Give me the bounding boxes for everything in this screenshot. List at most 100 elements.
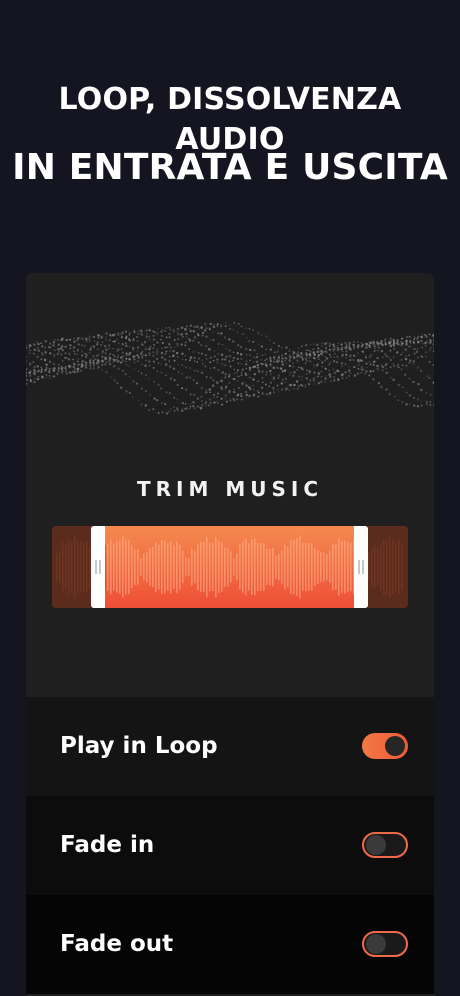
wave-particle — [44, 340, 48, 343]
wave-particle — [164, 352, 167, 355]
wave-particle — [320, 380, 322, 382]
wave-particle — [145, 374, 147, 376]
wave-particle — [252, 361, 255, 363]
wave-particle — [333, 379, 336, 382]
wave-particle — [202, 363, 204, 365]
wave-particle — [415, 350, 419, 353]
wave-particle — [228, 338, 231, 341]
wave-particle — [133, 330, 136, 333]
wave-particle — [321, 361, 324, 364]
wave-particle — [321, 345, 324, 348]
wave-particle — [65, 372, 68, 375]
waveform-bar — [314, 548, 316, 586]
waveform-bar — [371, 547, 373, 587]
waveform-bar — [116, 541, 118, 593]
waveform-bar — [254, 538, 256, 596]
wave-particle — [404, 348, 407, 351]
wave-particle — [348, 344, 351, 346]
wave-particle — [189, 324, 192, 327]
wave-particle — [257, 380, 260, 382]
wave-particle — [96, 348, 99, 351]
wave-particle — [85, 337, 88, 341]
wave-particle — [189, 356, 193, 359]
wave-particle — [260, 386, 264, 389]
wave-particle — [72, 362, 76, 365]
wave-particle — [293, 387, 296, 390]
fade-out-toggle[interactable] — [362, 931, 408, 957]
wave-particle — [293, 384, 296, 387]
fade-in-toggle[interactable] — [362, 832, 408, 858]
wave-particle — [168, 342, 171, 346]
wave-particle — [101, 355, 104, 358]
wave-particle — [152, 351, 155, 354]
wave-particle — [349, 354, 352, 357]
wave-particle — [141, 343, 144, 347]
waveform-bar — [386, 539, 388, 595]
waveform-bar — [191, 548, 193, 586]
wave-particle — [204, 354, 207, 357]
wave-particle — [128, 365, 130, 368]
trim-end-handle[interactable] — [354, 526, 368, 608]
wave-particle — [29, 344, 32, 347]
wave-particle — [280, 360, 284, 363]
toggle-knob — [385, 736, 405, 756]
wave-particle — [176, 398, 179, 401]
wave-particle — [181, 387, 184, 390]
wave-particle — [56, 372, 58, 375]
wave-particle — [132, 380, 135, 383]
wave-particle — [125, 389, 128, 393]
waveform-bar — [209, 542, 211, 592]
waveform-bar — [164, 540, 166, 594]
trim-start-handle[interactable] — [91, 526, 105, 608]
wave-particle — [168, 360, 170, 362]
wave-particle — [76, 360, 79, 363]
wave-particle — [180, 409, 184, 413]
wave-particle — [236, 394, 239, 397]
wave-particle — [57, 369, 60, 372]
wave-particle — [48, 371, 51, 374]
wave-particle — [140, 372, 143, 375]
wave-particle — [220, 323, 223, 327]
wave-particle — [344, 342, 347, 344]
wave-particle — [252, 340, 255, 343]
play-in-loop-toggle[interactable] — [362, 733, 408, 759]
wave-particle — [228, 360, 231, 363]
wave-particle — [71, 370, 75, 373]
wave-particle — [88, 337, 91, 340]
wave-particle — [236, 352, 239, 355]
wave-particle — [359, 359, 363, 362]
wave-particle — [72, 358, 74, 361]
wave-particle — [73, 352, 76, 355]
wave-particle — [84, 363, 88, 366]
wave-particle — [109, 333, 112, 336]
audio-trimmer[interactable] — [52, 526, 408, 608]
wave-particle — [408, 377, 411, 380]
selected-region — [105, 526, 354, 608]
wave-particle — [108, 354, 110, 357]
wave-particle — [188, 376, 192, 379]
wave-particle — [384, 353, 387, 356]
wave-particle — [220, 332, 223, 335]
wave-particle — [220, 397, 223, 400]
wave-particle — [196, 397, 199, 400]
wave-particle — [252, 378, 255, 381]
wave-particle — [205, 389, 208, 391]
wave-particle — [269, 369, 272, 373]
wave-particle — [168, 327, 170, 329]
wave-particle — [237, 380, 239, 382]
wave-particle — [221, 358, 224, 361]
wave-particle — [185, 376, 188, 379]
wave-particle — [200, 343, 203, 347]
wave-particle — [417, 341, 420, 344]
wave-particle — [177, 338, 180, 340]
waveform-bar — [107, 543, 109, 591]
wave-particle — [249, 354, 252, 357]
wave-particle — [26, 356, 28, 358]
waveform-bar — [158, 544, 160, 590]
wave-particle — [125, 363, 128, 366]
wave-particle — [318, 382, 320, 385]
wave-particle — [85, 353, 88, 357]
wave-particle — [293, 371, 296, 374]
wave-particle — [184, 354, 186, 357]
wave-particle — [428, 376, 431, 380]
